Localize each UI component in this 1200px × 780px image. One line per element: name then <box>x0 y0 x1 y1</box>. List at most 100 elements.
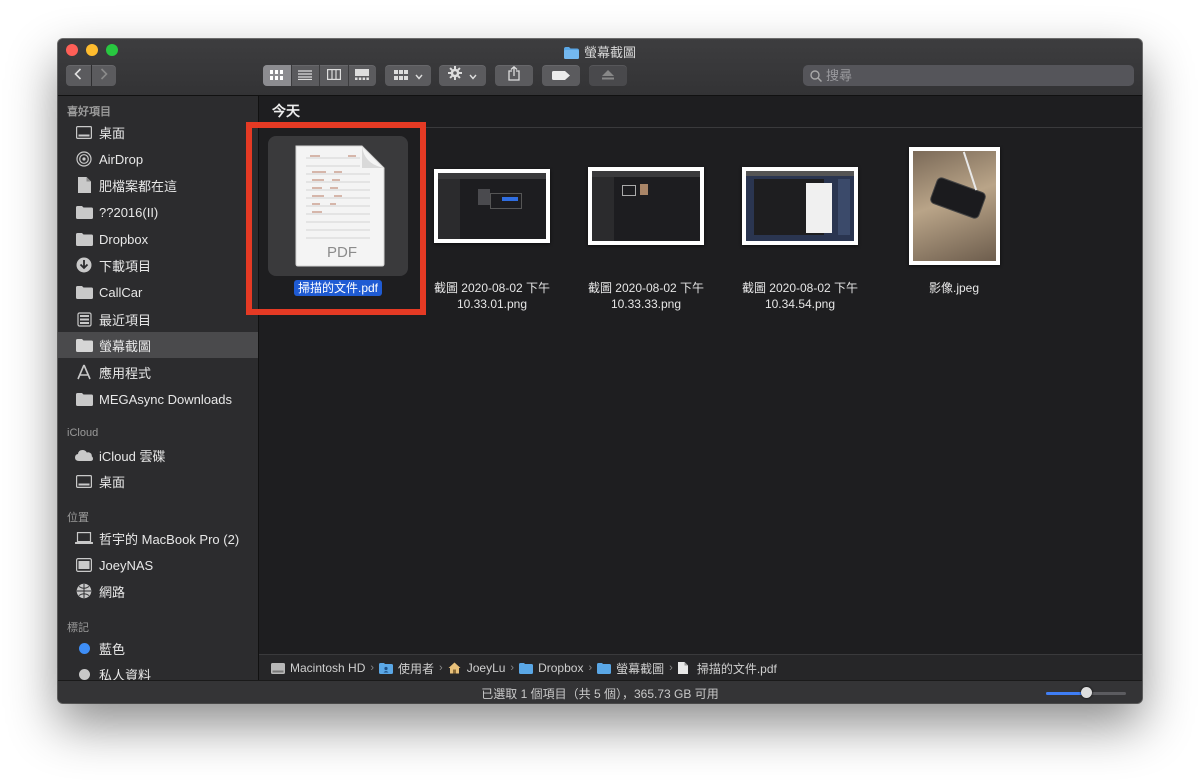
icon-size-slider-knob[interactable] <box>1081 687 1092 698</box>
path-crumb-dropbox[interactable]: Dropbox <box>519 661 583 675</box>
sidebar-header-tags: 標記 <box>67 622 89 634</box>
pdf-document-icon: PDF <box>295 145 385 267</box>
navigation-buttons <box>66 65 116 86</box>
sidebar-item-desktop[interactable]: 桌面 <box>58 119 258 145</box>
view-mode-segmented-control <box>263 65 376 86</box>
eject-icon <box>602 67 614 85</box>
path-crumb-users[interactable]: 使用者 <box>379 660 434 677</box>
sidebar-item-icloud-drive[interactable]: iCloud 雲碟 <box>58 442 258 468</box>
sidebar-item-macbook[interactable]: 哲宇的 MacBook Pro (2) <box>58 525 258 551</box>
section-header-today: 今天 <box>259 96 1142 128</box>
screenshot-thumbnail <box>434 169 550 243</box>
file-name: 截圖 2020-08-02 下午 10.33.33.png <box>576 280 716 312</box>
folder-icon <box>597 662 612 674</box>
icon-view-button[interactable] <box>263 65 291 86</box>
path-crumb-label: JoeyLu <box>466 661 506 675</box>
desktop-icon <box>75 124 93 140</box>
laptop-icon <box>75 530 93 546</box>
path-crumb-joeylu[interactable]: JoeyLu <box>448 661 506 675</box>
file-thumbnail: PDF <box>268 136 408 276</box>
status-text: 已選取 1 個項目（共 5 個），365.73 GB 可用 <box>481 687 719 701</box>
path-crumb-label: 螢幕截圖 <box>616 661 665 676</box>
path-crumb-label: Dropbox <box>538 661 584 675</box>
file-name-line1: 截圖 2020-08-02 下午 <box>433 281 551 295</box>
folder-icon <box>75 231 93 247</box>
path-crumb-scanned-pdf[interactable]: 掃描的文件.pdf <box>677 660 777 677</box>
tag-color-dot <box>75 640 93 656</box>
drive-icon <box>271 662 285 674</box>
path-separator: › <box>370 662 375 674</box>
airdrop-icon <box>75 151 93 167</box>
sidebar-item-downloads[interactable]: 下載項目 <box>58 252 258 278</box>
sidebar-item-tag-blue[interactable]: 藍色 <box>58 635 258 661</box>
path-crumb-macintosh-hd[interactable]: Macintosh HD <box>271 661 365 675</box>
chevron-right-icon <box>100 67 108 85</box>
file-item-screenshot-2[interactable]: 截圖 2020-08-02 下午 10.33.33.png <box>576 136 716 312</box>
sidebar-item-label: 藍色 <box>99 641 126 657</box>
sidebar-item-label: JoeyNAS <box>99 557 154 573</box>
list-view-button[interactable] <box>290 65 320 86</box>
sidebar-item-label: 網路 <box>99 584 126 600</box>
action-menu-button[interactable] <box>439 65 486 86</box>
gallery-icon <box>355 67 370 85</box>
sidebar-item-tag-private[interactable]: 私人資料 <box>58 661 258 680</box>
sidebar-item-joeynas[interactable]: JoeyNAS <box>58 552 258 578</box>
sidebar-item-label: 肥檔案都在這 <box>99 178 178 194</box>
sidebar-item-label: ??2016(II) <box>99 204 159 220</box>
download-icon <box>75 257 93 273</box>
sidebar-item-label: CallCar <box>99 284 143 300</box>
window-title: 螢幕截圖 <box>58 42 1142 62</box>
sidebar-header-locations: 位置 <box>67 512 89 524</box>
gear-icon <box>448 66 462 85</box>
sidebar-item-callcar[interactable]: CallCar <box>58 279 258 305</box>
eject-button[interactable] <box>589 65 627 86</box>
sidebar-header-favorites: 喜好項目 <box>67 106 111 118</box>
folder-icon <box>519 662 534 674</box>
file-item-screenshot-3[interactable]: 截圖 2020-08-02 下午 10.34.54.png <box>730 136 870 312</box>
sidebar-item-icloud-desktop[interactable]: 桌面 <box>58 468 258 494</box>
file-browser: 今天 PDF 掃描的文件.pdf 截圖 2020-08-02 下午 10.33.… <box>259 96 1142 654</box>
group-by-button[interactable] <box>385 65 431 86</box>
sidebar-item-dropbox[interactable]: Dropbox <box>58 226 258 252</box>
sidebar-item-label: 桌面 <box>99 125 126 141</box>
search-field[interactable] <box>803 65 1134 86</box>
screenshot-thumbnail <box>588 167 704 245</box>
sidebar-item-airdrop[interactable]: AirDrop <box>58 146 258 172</box>
file-name-line2: 10.34.54.png <box>764 297 836 311</box>
network-icon <box>75 583 93 599</box>
sidebar-item-fat-files[interactable]: 肥檔案都在這 <box>58 172 258 198</box>
list-icon <box>298 67 313 85</box>
file-name-line2: 10.33.33.png <box>610 297 682 311</box>
file-name: 截圖 2020-08-02 下午 10.34.54.png <box>730 280 870 312</box>
sidebar-item-applications[interactable]: 應用程式 <box>58 359 258 385</box>
share-button[interactable] <box>495 65 533 86</box>
path-crumb-screenshots[interactable]: 螢幕截圖 <box>597 660 664 677</box>
gallery-view-button[interactable] <box>347 65 377 86</box>
sidebar-item-screenshots[interactable]: 螢幕截圖 <box>58 332 258 358</box>
server-icon <box>75 557 93 573</box>
pdf-thumbnail-label: PDF <box>327 244 357 261</box>
path-crumb-label: 掃描的文件.pdf <box>696 661 777 676</box>
column-view-button[interactable] <box>319 65 348 86</box>
blue-dot-icon <box>78 642 90 654</box>
sidebar-item-recents[interactable]: 最近項目 <box>58 306 258 332</box>
home-icon <box>448 662 462 674</box>
sidebar-item-network[interactable]: 網路 <box>58 578 258 604</box>
sidebar-item-label: MEGAsync Downloads <box>99 391 232 407</box>
search-input[interactable] <box>826 68 1116 83</box>
file-name-line1: 截圖 2020-08-02 下午 <box>741 281 859 295</box>
file-name-line2: 10.33.01.png <box>456 297 528 311</box>
tag-button[interactable] <box>542 65 580 86</box>
file-item-photo[interactable]: 影像.jpeg <box>884 136 1024 296</box>
folder-icon <box>75 284 93 300</box>
sidebar-item-megasync-downloads[interactable]: MEGAsync Downloads <box>58 386 258 412</box>
gray-dot-icon <box>78 668 90 680</box>
file-item-scanned-pdf[interactable]: PDF 掃描的文件.pdf <box>268 136 408 296</box>
file-item-screenshot-1[interactable]: 截圖 2020-08-02 下午 10.33.01.png <box>422 136 562 312</box>
sidebar-item-2016[interactable]: ??2016(II) <box>58 199 258 225</box>
back-button[interactable] <box>66 65 91 86</box>
path-separator: › <box>588 662 593 674</box>
document-icon <box>677 662 692 674</box>
forward-button[interactable] <box>90 65 117 86</box>
sidebar-item-label: 應用程式 <box>99 365 152 381</box>
